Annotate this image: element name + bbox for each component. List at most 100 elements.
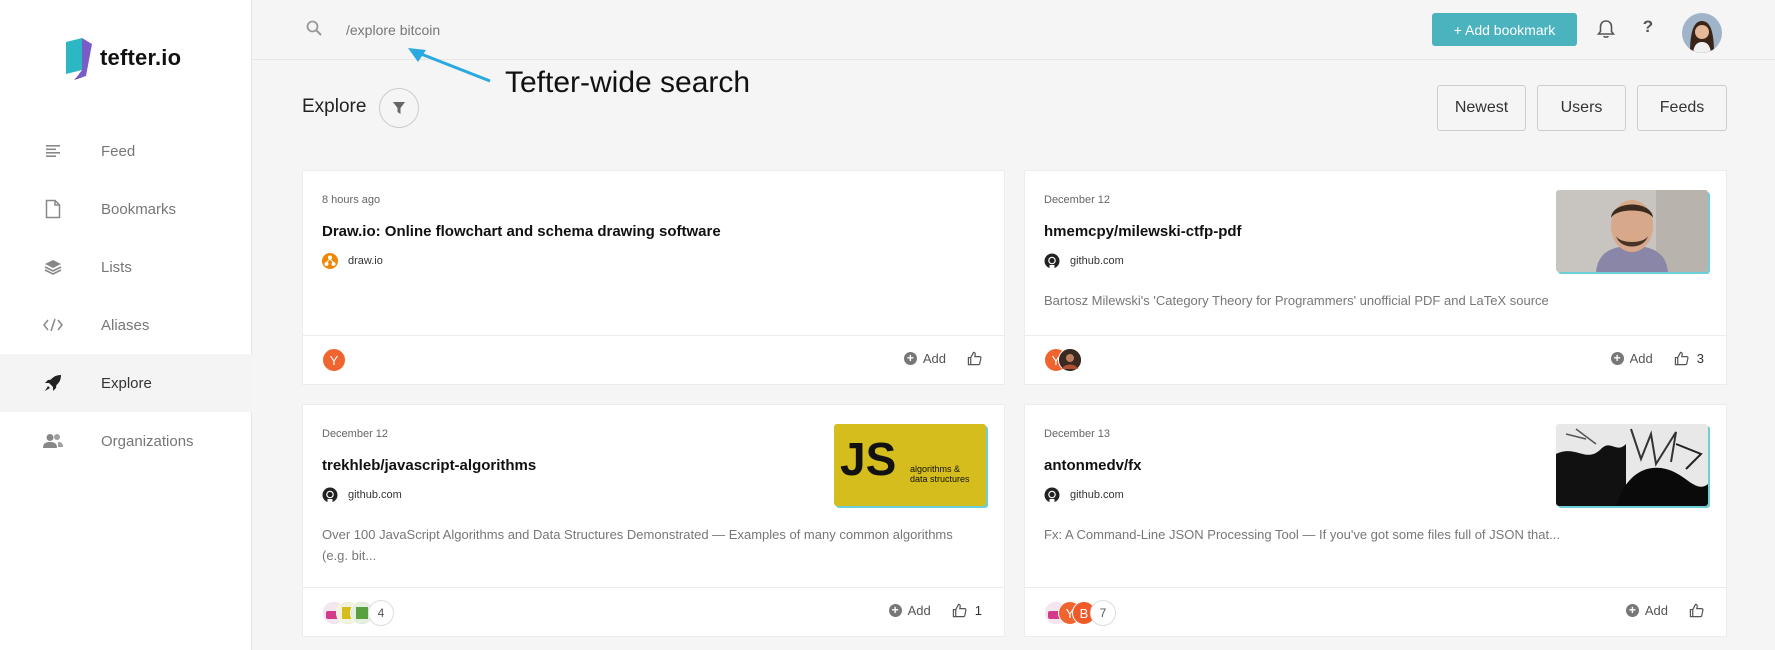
- add-button[interactable]: + Add: [1610, 351, 1653, 366]
- portrait-image: [1556, 190, 1708, 272]
- card-title[interactable]: antonmedv/fx: [1044, 457, 1142, 474]
- bookmark-card[interactable]: December 12 hmemcpy/milewski-ctfp-pdf gi…: [1024, 170, 1727, 385]
- thumbs-up-icon: [967, 351, 982, 366]
- bell-icon[interactable]: [1596, 19, 1617, 39]
- thumbs-up-icon: [1689, 603, 1704, 618]
- add-button[interactable]: + Add: [903, 351, 946, 366]
- sidebar-item-explore[interactable]: Explore: [0, 354, 252, 412]
- sidebar: tefter.io Feed Bookmarks Lists Aliases E…: [0, 0, 252, 650]
- thumb-js-text: JS: [840, 433, 897, 485]
- add-label: Add: [1629, 351, 1653, 366]
- plus-circle-icon: +: [1610, 352, 1624, 365]
- sidebar-nav: Feed Bookmarks Lists Aliases Explore Org…: [0, 122, 252, 470]
- feed-icon: [42, 140, 64, 162]
- add-button[interactable]: + Add: [888, 603, 931, 618]
- code-icon: [42, 314, 64, 336]
- sidebar-item-label: Organizations: [101, 432, 194, 450]
- card-footer: Y + Add: [303, 336, 1004, 384]
- sidebar-item-bookmarks[interactable]: Bookmarks: [0, 180, 252, 238]
- sidebar-item-aliases[interactable]: Aliases: [0, 296, 252, 354]
- thumb-caption-1: algorithms &: [910, 464, 961, 474]
- user-avatar[interactable]: [1682, 13, 1722, 53]
- card-source[interactable]: draw.io: [322, 253, 383, 269]
- plus-circle-icon: +: [888, 604, 902, 617]
- card-body: 8 hours ago Draw.io: Online flowchart an…: [303, 171, 1004, 336]
- card-source-label: github.com: [348, 489, 402, 501]
- like-button[interactable]: 3: [1674, 351, 1704, 366]
- users-icon: [42, 430, 64, 452]
- card-title[interactable]: Draw.io: Online flowchart and schema dra…: [322, 223, 721, 240]
- card-source[interactable]: github.com: [1044, 253, 1124, 269]
- card-thumbnail[interactable]: [1556, 424, 1708, 506]
- card-source[interactable]: github.com: [322, 487, 402, 503]
- like-count: 3: [1696, 351, 1704, 366]
- like-button[interactable]: [1689, 603, 1704, 618]
- github-icon: [1044, 253, 1060, 269]
- card-title[interactable]: trekhleb/javascript-algorithms: [322, 457, 536, 474]
- logo[interactable]: tefter.io: [64, 36, 181, 80]
- card-avatars: 4: [322, 600, 394, 626]
- github-icon: [322, 487, 338, 503]
- card-description: Over 100 JavaScript Algorithms and Data …: [322, 527, 953, 563]
- card-actions: + Add 3: [1610, 351, 1704, 366]
- plus-circle-icon: +: [903, 352, 917, 365]
- card-actions: + Add: [903, 351, 982, 366]
- card-avatars: Y B 7: [1044, 600, 1116, 626]
- card-actions: + Add 1: [888, 603, 982, 618]
- search-icon: [306, 20, 324, 38]
- annotation-arrow-icon: [408, 48, 491, 83]
- more-users-count[interactable]: 4: [368, 600, 394, 626]
- search-input[interactable]: [346, 18, 646, 42]
- thumbs-up-icon: [1674, 351, 1689, 366]
- like-count: 1: [974, 603, 982, 618]
- add-label: Add: [1644, 603, 1668, 618]
- card-source-label: draw.io: [348, 255, 383, 267]
- plus-circle-icon: +: [1625, 604, 1639, 617]
- card-body: December 13 antonmedv/fx github.com Fx: …: [1025, 405, 1726, 588]
- card-description: Bartosz Milewski's 'Category Theory for …: [1044, 293, 1549, 308]
- sidebar-item-organizations[interactable]: Organizations: [0, 412, 252, 470]
- bookmark-card[interactable]: December 13 antonmedv/fx github.com Fx: …: [1024, 404, 1727, 637]
- card-footer: Y + Add 3: [1025, 336, 1726, 384]
- card-thumbnail[interactable]: JS algorithms & data structures: [834, 424, 986, 506]
- add-bookmark-button[interactable]: + Add bookmark: [1432, 13, 1577, 46]
- card-avatars: Y: [322, 348, 346, 372]
- layers-icon: [42, 256, 64, 278]
- bookmark-card[interactable]: 8 hours ago Draw.io: Online flowchart an…: [302, 170, 1005, 385]
- card-footer: 4 + Add 1: [303, 588, 1004, 636]
- sidebar-item-label: Bookmarks: [101, 200, 177, 218]
- bookmark-card[interactable]: December 12 trekhleb/javascript-algorith…: [302, 404, 1005, 637]
- page-title: Explore: [302, 96, 367, 117]
- sidebar-item-label: Lists: [101, 258, 132, 276]
- card-date: December 13: [1044, 428, 1111, 440]
- filter-button[interactable]: [379, 88, 419, 128]
- user-avatar[interactable]: [1058, 348, 1082, 372]
- help-icon[interactable]: ?: [1640, 17, 1656, 37]
- rocket-icon: [42, 372, 64, 394]
- card-date: December 12: [322, 428, 389, 440]
- users-button[interactable]: Users: [1537, 85, 1626, 131]
- card-thumbnail[interactable]: [1556, 190, 1708, 272]
- brand-name: tefter.io: [100, 45, 182, 70]
- drawio-icon: [322, 253, 338, 269]
- card-description: Fx: A Command-Line JSON Processing Tool …: [1044, 527, 1560, 542]
- card-title[interactable]: hmemcpy/milewski-ctfp-pdf: [1044, 223, 1242, 240]
- like-button[interactable]: 1: [952, 603, 982, 618]
- card-source-label: github.com: [1070, 489, 1124, 501]
- thumb-caption-2: data structures: [910, 474, 970, 484]
- card-source[interactable]: github.com: [1044, 487, 1124, 503]
- sidebar-item-lists[interactable]: Lists: [0, 238, 252, 296]
- sidebar-item-feed[interactable]: Feed: [0, 122, 252, 180]
- filter-icon: [393, 102, 405, 114]
- like-button[interactable]: [967, 351, 982, 366]
- hackernews-icon[interactable]: Y: [322, 348, 346, 372]
- add-button[interactable]: + Add: [1625, 603, 1668, 618]
- document-icon: [42, 198, 64, 220]
- card-footer: Y B 7 + Add: [1025, 588, 1726, 636]
- card-actions: + Add: [1625, 603, 1704, 618]
- newest-button[interactable]: Newest: [1437, 85, 1526, 131]
- add-label: Add: [922, 351, 946, 366]
- feeds-button[interactable]: Feeds: [1637, 85, 1727, 131]
- more-users-count[interactable]: 7: [1090, 600, 1116, 626]
- card-source-label: github.com: [1070, 255, 1124, 267]
